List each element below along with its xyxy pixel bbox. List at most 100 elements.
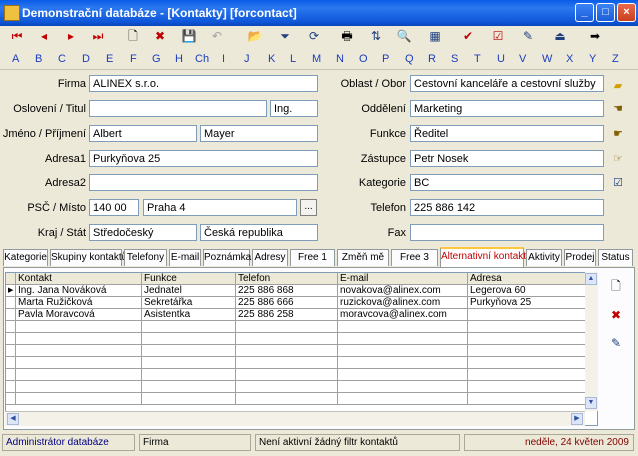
refresh-icon[interactable]: ⟳: [305, 28, 323, 44]
header-email[interactable]: E-mail: [338, 273, 468, 285]
new-contact-icon[interactable]: 🗋: [608, 278, 624, 294]
open-folder-icon[interactable]: 📂: [246, 28, 264, 44]
checkbox-icon[interactable]: ☑: [489, 28, 507, 44]
letter-ch[interactable]: Ch: [195, 53, 209, 65]
letter-e[interactable]: E: [106, 53, 113, 65]
cell-kontakt[interactable]: Pavla Moravcová: [16, 309, 142, 321]
table-view-icon[interactable]: ▦: [426, 28, 444, 44]
cell-telefon[interactable]: 225 886 258: [236, 309, 338, 321]
psc-field[interactable]: 140 00: [89, 199, 139, 216]
letter-q[interactable]: Q: [405, 53, 414, 65]
category-checkbox-icon[interactable]: ☑: [611, 177, 625, 190]
letter-g[interactable]: G: [152, 53, 161, 65]
scroll-down-icon[interactable]: ▼: [585, 397, 597, 409]
letter-r[interactable]: R: [428, 53, 436, 65]
oblast-field[interactable]: Cestovní kanceláře a cestovní služby: [410, 75, 604, 92]
find-icon[interactable]: 🔍: [395, 28, 413, 44]
header-kontakt[interactable]: Kontakt: [16, 273, 142, 285]
minimize-button[interactable]: _: [575, 3, 594, 22]
maximize-button[interactable]: □: [596, 3, 615, 22]
misto-lookup-button[interactable]: ...: [300, 199, 317, 216]
letter-o[interactable]: O: [359, 53, 368, 65]
letter-b[interactable]: B: [35, 53, 42, 65]
tab-aktivity[interactable]: Aktivity: [526, 249, 562, 266]
cell-funkce[interactable]: Jednatel: [142, 285, 236, 297]
tab-prodej[interactable]: Prodej: [564, 249, 596, 266]
stat-field[interactable]: Česká republika: [200, 224, 318, 241]
header-funkce[interactable]: Funkce: [142, 273, 236, 285]
letter-i[interactable]: I: [222, 53, 225, 65]
letter-a[interactable]: A: [12, 53, 19, 65]
letter-y[interactable]: Y: [589, 53, 596, 65]
oddeleni-field[interactable]: Marketing: [410, 100, 604, 117]
cell-telefon[interactable]: 225 886 666: [236, 297, 338, 309]
letter-s[interactable]: S: [451, 53, 458, 65]
letter-x[interactable]: X: [566, 53, 573, 65]
prijmeni-field[interactable]: Mayer: [200, 125, 318, 142]
header-telefon[interactable]: Telefon: [236, 273, 338, 285]
table-row[interactable]: Marta Ružičková Sekretářka 225 886 666 r…: [6, 297, 597, 309]
forward-icon[interactable]: ➡: [586, 28, 604, 44]
handshake-icon[interactable]: ☛: [611, 128, 625, 141]
tab-alternativni-kontakty[interactable]: Alternativní kontakty: [440, 247, 531, 267]
delete-record-icon[interactable]: ✖: [151, 28, 169, 44]
cell-adresa[interactable]: Purkyňova 25: [468, 297, 586, 309]
letter-w[interactable]: W: [542, 53, 552, 65]
letter-c[interactable]: C: [58, 53, 66, 65]
letter-m[interactable]: M: [312, 53, 321, 65]
osloveni-field[interactable]: [89, 100, 267, 117]
letter-d[interactable]: D: [82, 53, 90, 65]
cell-adresa[interactable]: [468, 309, 586, 321]
cell-telefon[interactable]: 225 886 868: [236, 285, 338, 297]
last-record-icon[interactable]: ⏭: [89, 28, 107, 44]
telefon-field[interactable]: 225 886 142: [410, 199, 604, 216]
table-row[interactable]: Pavla Moravcová Asistentka 225 886 258 m…: [6, 309, 597, 321]
save-icon[interactable]: 💾: [180, 28, 198, 44]
scroll-left-icon[interactable]: ◀: [7, 413, 19, 425]
letter-h[interactable]: H: [175, 53, 183, 65]
exit-icon[interactable]: ⏏: [551, 28, 569, 44]
misto-field[interactable]: Praha 4: [143, 199, 297, 216]
jmeno-field[interactable]: Albert: [89, 125, 197, 142]
tab-status[interactable]: Status: [598, 249, 633, 266]
funkce-field[interactable]: Ředitel: [410, 125, 604, 142]
tab-poznamka[interactable]: Poznámka: [203, 249, 251, 266]
tab-email[interactable]: E-mail: [169, 249, 201, 266]
kraj-field[interactable]: Středočeský: [89, 224, 197, 241]
adresa2-field[interactable]: [89, 174, 318, 191]
previous-record-icon[interactable]: ◂: [35, 28, 53, 44]
next-record-icon[interactable]: ▸: [62, 28, 80, 44]
cell-email[interactable]: ruzickova@alinex.com: [338, 297, 468, 309]
tab-telefony[interactable]: Telefony: [124, 249, 167, 266]
adresa1-field[interactable]: Purkyňova 25: [89, 150, 318, 167]
hand-lookup-icon[interactable]: ☚: [611, 103, 625, 116]
titul-field[interactable]: Ing.: [270, 100, 318, 117]
cell-adresa[interactable]: Legerova 60: [468, 285, 586, 297]
letter-f[interactable]: F: [130, 53, 137, 65]
letter-u[interactable]: U: [497, 53, 505, 65]
edit-contact-icon[interactable]: ✎: [608, 335, 624, 351]
fax-field[interactable]: [410, 224, 604, 241]
cell-kontakt[interactable]: Marta Ružičková: [16, 297, 142, 309]
print-icon[interactable]: 🖶: [338, 28, 356, 44]
tab-free1[interactable]: Free 1: [290, 249, 335, 266]
kategorie-field[interactable]: BC: [410, 174, 604, 191]
new-record-icon[interactable]: 🗋: [124, 28, 142, 44]
close-button[interactable]: ×: [617, 3, 636, 22]
sort-icon[interactable]: ⇅: [367, 28, 385, 44]
scroll-right-icon[interactable]: ▶: [571, 413, 583, 425]
tab-free3[interactable]: Free 3: [391, 249, 438, 266]
tab-adresy[interactable]: Adresy: [252, 249, 288, 266]
cell-email[interactable]: novakova@alinex.com: [338, 285, 468, 297]
delete-contact-icon[interactable]: ✖: [608, 307, 624, 323]
scroll-up-icon[interactable]: ▲: [585, 273, 597, 285]
letter-n[interactable]: N: [336, 53, 344, 65]
firma-field[interactable]: ALINEX s.r.o.: [89, 75, 318, 92]
edit-icon[interactable]: ✎: [519, 28, 537, 44]
undo-icon[interactable]: ↶: [208, 28, 226, 44]
zastupce-field[interactable]: Petr Nosek: [410, 150, 604, 167]
check-icon[interactable]: ✔: [459, 28, 477, 44]
header-adresa[interactable]: Adresa: [468, 273, 586, 285]
first-record-icon[interactable]: ⏮: [8, 28, 26, 44]
vertical-scrollbar[interactable]: ▲ ▼: [585, 272, 598, 411]
